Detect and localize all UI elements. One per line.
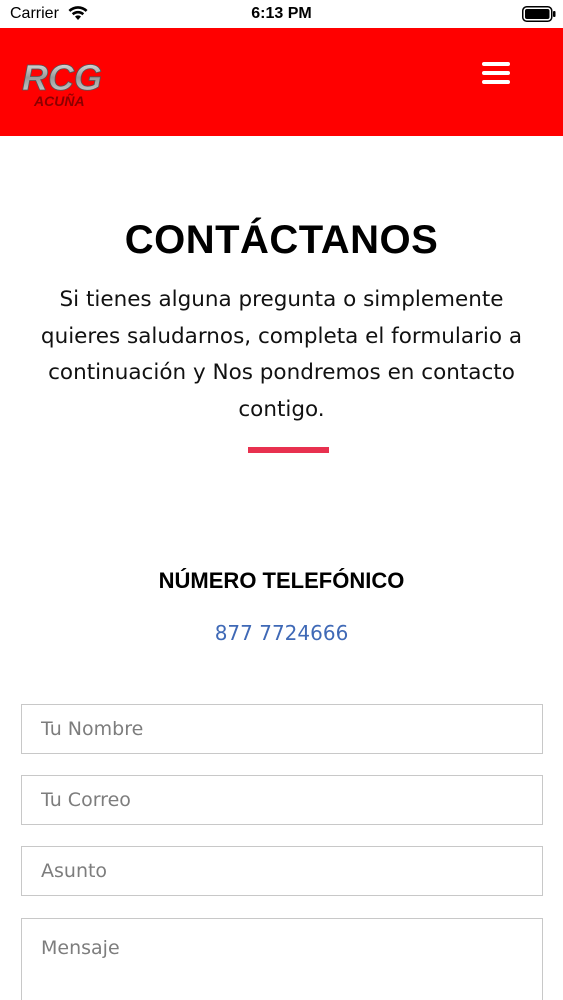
phone-number-link[interactable]: 877 7724666 [0, 621, 563, 645]
message-field[interactable] [21, 918, 543, 1000]
subject-field[interactable] [21, 846, 543, 896]
hamburger-menu-icon[interactable] [478, 58, 514, 88]
site-header: RCG ACUÑA [0, 28, 563, 136]
logo-main-text: RCG [22, 57, 102, 98]
logo-sub-text: ACUÑA [33, 92, 85, 109]
title-divider [248, 447, 329, 453]
name-field[interactable] [21, 704, 543, 754]
email-field[interactable] [21, 775, 543, 825]
page-title: CONTÁCTANOS [124, 218, 439, 262]
status-bar: Carrier 6:13 PM [0, 0, 563, 28]
battery-icon [522, 6, 556, 22]
clock-time: 6:13 PM [251, 5, 312, 22]
phone-heading: NÚMERO TELEFÓNICO [158, 568, 405, 593]
intro-text: Si tienes alguna pregunta o simplemente … [40, 287, 523, 422]
logo[interactable]: RCG ACUÑA [20, 53, 112, 113]
